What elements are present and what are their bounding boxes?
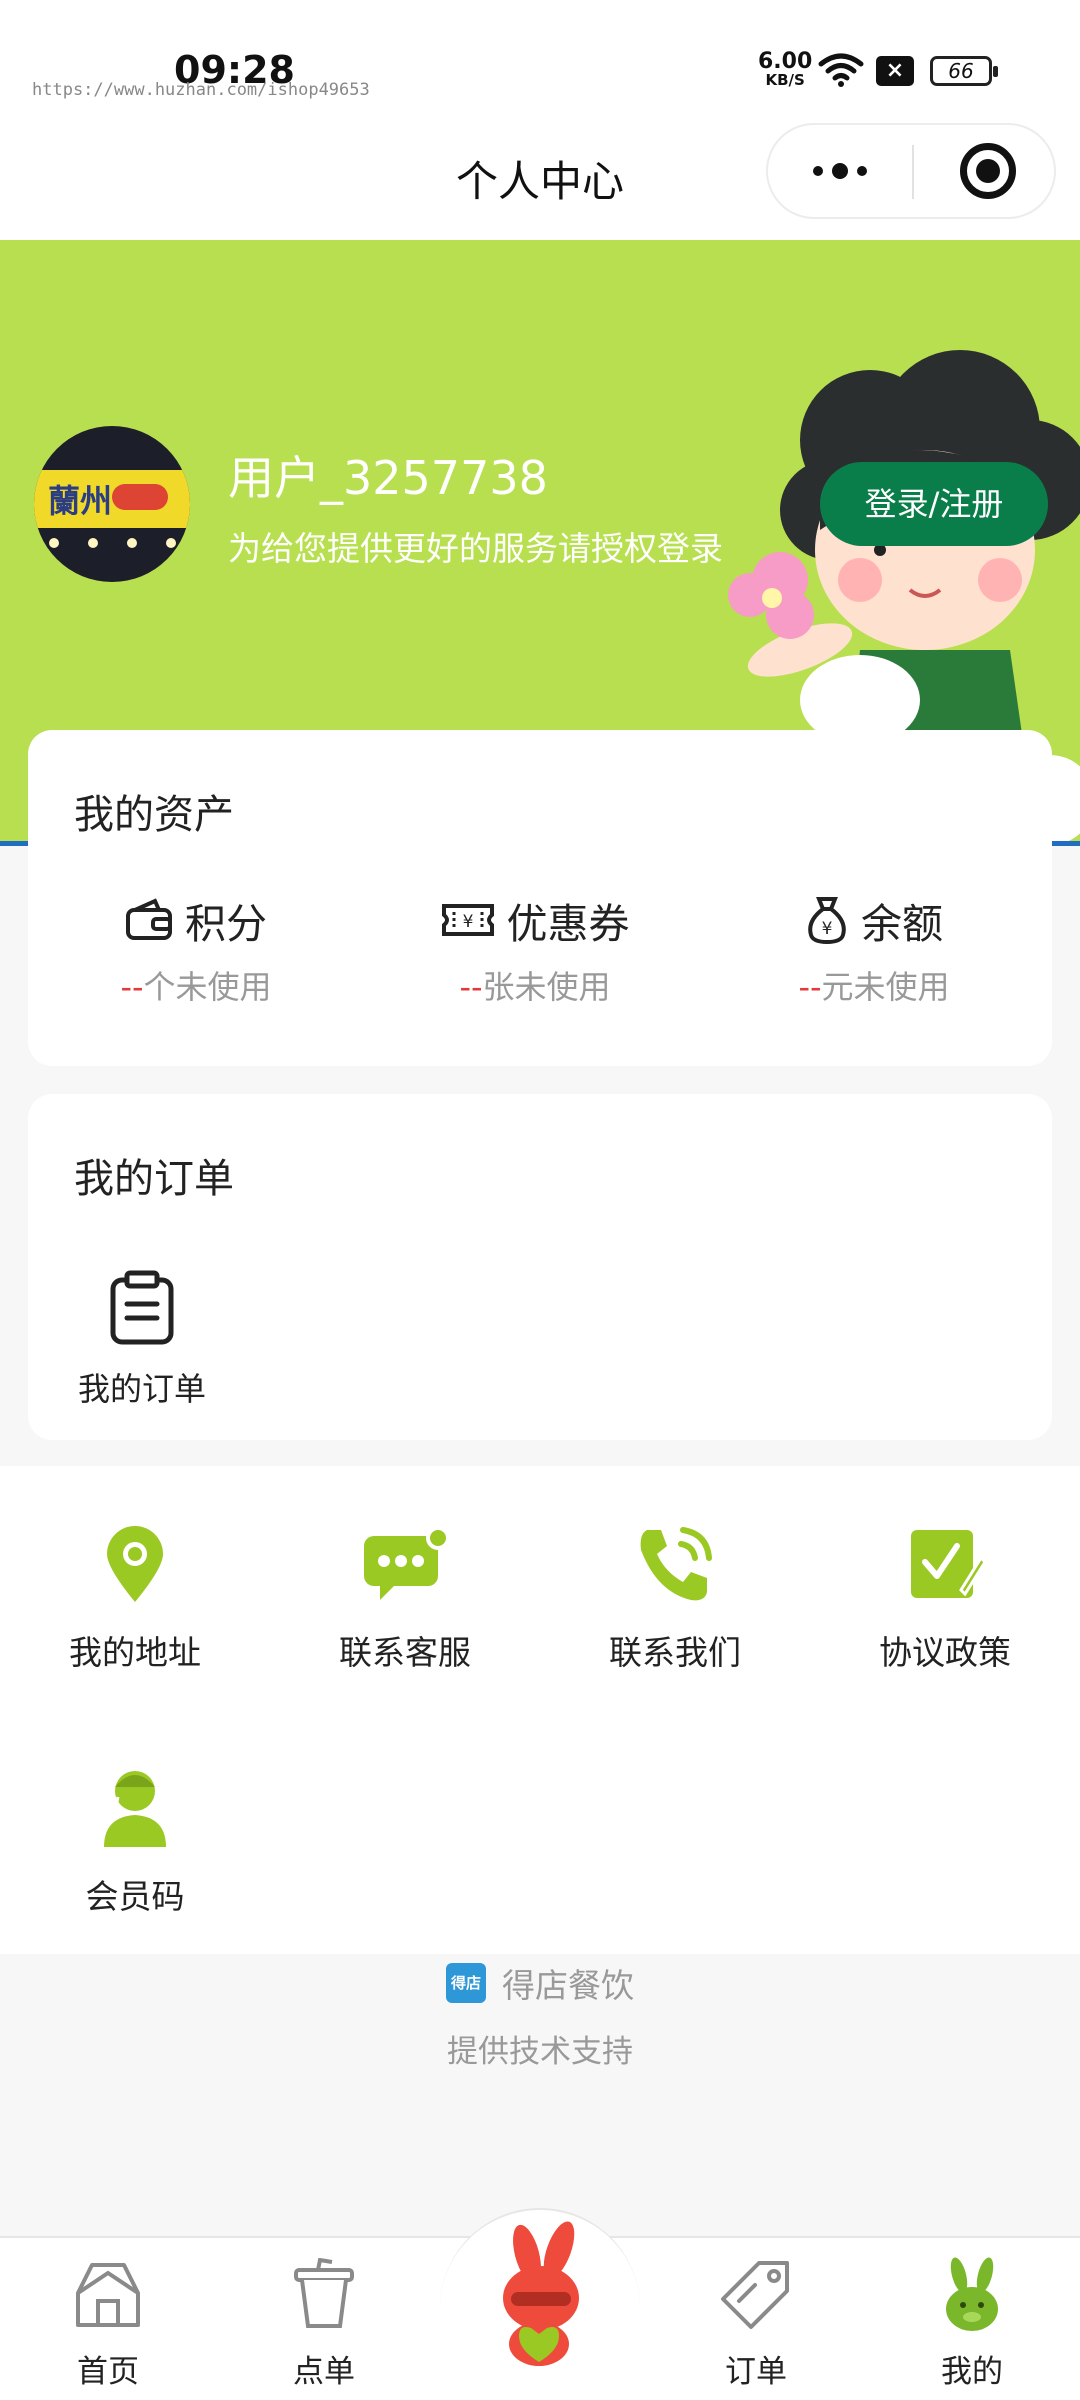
tag-icon [721,2261,789,2329]
asset-coupons[interactable]: ¥ 优惠券 --张未使用 [385,890,685,1008]
close-target-icon[interactable] [960,143,1016,199]
asset-label: 优惠券 [506,900,630,948]
service-label: 协议政策 [879,1633,1011,1672]
service-contact-us[interactable]: 联系我们 [575,1522,775,1674]
asset-sub-text: 个未使用 [143,968,272,1006]
orders-card: 我的订单 我的订单 [28,1094,1052,1440]
login-register-button[interactable]: 登录/注册 [820,462,1048,546]
brand-name: 得店餐饮 [502,1966,634,2005]
wifi-icon [818,53,864,87]
services-grid: 我的地址 联系客服 联系我们 协议政策 会员码 [0,1466,1080,1954]
status-bar: 09:28 https://www.huzhan.com/ishop49653 … [0,0,1080,120]
tab-center-mascot[interactable] [460,2220,620,2382]
more-options-icon[interactable] [768,125,912,217]
bottom-tab-bar: 首页 点单 订单 我的 [0,2208,1080,2400]
svg-text:¥: ¥ [462,912,473,932]
battery-level: 66 [948,59,974,83]
capsule-divider [912,145,914,199]
chat-bubble-icon [364,1526,448,1600]
tech-support-text: 提供技术支持 [447,2034,633,2070]
mascot-icon [503,2221,579,2366]
asset-value: -- [798,968,822,1006]
watermark-url: https://www.huzhan.com/ishop49653 [32,80,370,100]
service-label: 会员码 [85,1877,185,1916]
my-orders-entry[interactable]: 我的订单 [62,1270,222,1410]
asset-sub-text: 元未使用 [821,968,950,1006]
service-agreements[interactable]: 协议政策 [845,1522,1045,1674]
bunny-icon [946,2257,998,2331]
username: 用户_3257738 [228,451,548,505]
avatar[interactable]: 蘭州 [34,426,190,582]
sim-off-icon: × [876,56,914,86]
asset-label: 积分 [185,900,267,948]
avatar-shop-sign: 蘭州 [34,470,190,528]
asset-points[interactable]: 积分 --个未使用 [46,890,346,1008]
net-speed: 6.00 KB/S [758,51,812,90]
cup-icon [294,2258,354,2328]
service-label: 我的地址 [69,1633,201,1672]
service-customer-support[interactable]: 联系客服 [305,1522,505,1674]
battery-icon: 66 [930,56,998,86]
asset-value: -- [120,968,144,1006]
document-edit-icon [911,1530,985,1598]
tab-home[interactable]: 首页 [28,2254,188,2391]
phone-icon [640,1527,712,1601]
assets-title: 我的资产 [74,792,234,838]
service-my-address[interactable]: 我的地址 [35,1522,235,1674]
asset-label: 余额 [861,900,943,948]
service-member-code[interactable]: 会员码 [35,1766,235,1918]
tab-label: 我的 [941,2354,1003,2390]
service-label: 联系客服 [339,1633,471,1672]
wallet-icon [126,898,172,940]
coupon-icon: ¥ [441,904,494,936]
tab-label: 首页 [77,2354,139,2390]
member-icon [104,1771,166,1847]
tab-label: 点单 [293,2354,355,2390]
assets-card: 我的资产 积分 --个未使用 ¥ 优惠券 --张未使用 ¥ 余额 --元未使用 [28,730,1052,1066]
brand-logo-icon: 得店 [446,1963,486,2003]
auth-hint: 为给您提供更好的服务请授权登录 [228,529,723,568]
net-speed-unit: KB/S [765,71,805,89]
tab-mine[interactable]: 我的 [892,2254,1052,2391]
nav-bar: 个人中心 [0,120,1080,240]
asset-value: -- [459,968,483,1006]
orders-title: 我的订单 [74,1156,234,1202]
avatar-sign-text: 蘭州 [48,482,113,520]
asset-sub-text: 张未使用 [482,968,611,1006]
money-bag-icon: ¥ [808,897,846,945]
location-pin-icon [107,1526,163,1602]
service-label: 联系我们 [609,1633,741,1672]
tab-orders[interactable]: 订单 [676,2254,836,2391]
svg-text:¥: ¥ [822,919,833,939]
my-orders-label: 我的订单 [77,1370,206,1408]
tab-order-menu[interactable]: 点单 [244,2254,404,2391]
tech-support-footer: 得店 得店餐饮 提供技术支持 [0,1962,1080,2071]
clipboard-icon [110,1270,174,1345]
home-icon [76,2263,140,2327]
asset-balance[interactable]: ¥ 余额 --元未使用 [724,890,1024,1008]
tab-label: 订单 [725,2354,787,2390]
mini-program-capsule [766,123,1056,219]
